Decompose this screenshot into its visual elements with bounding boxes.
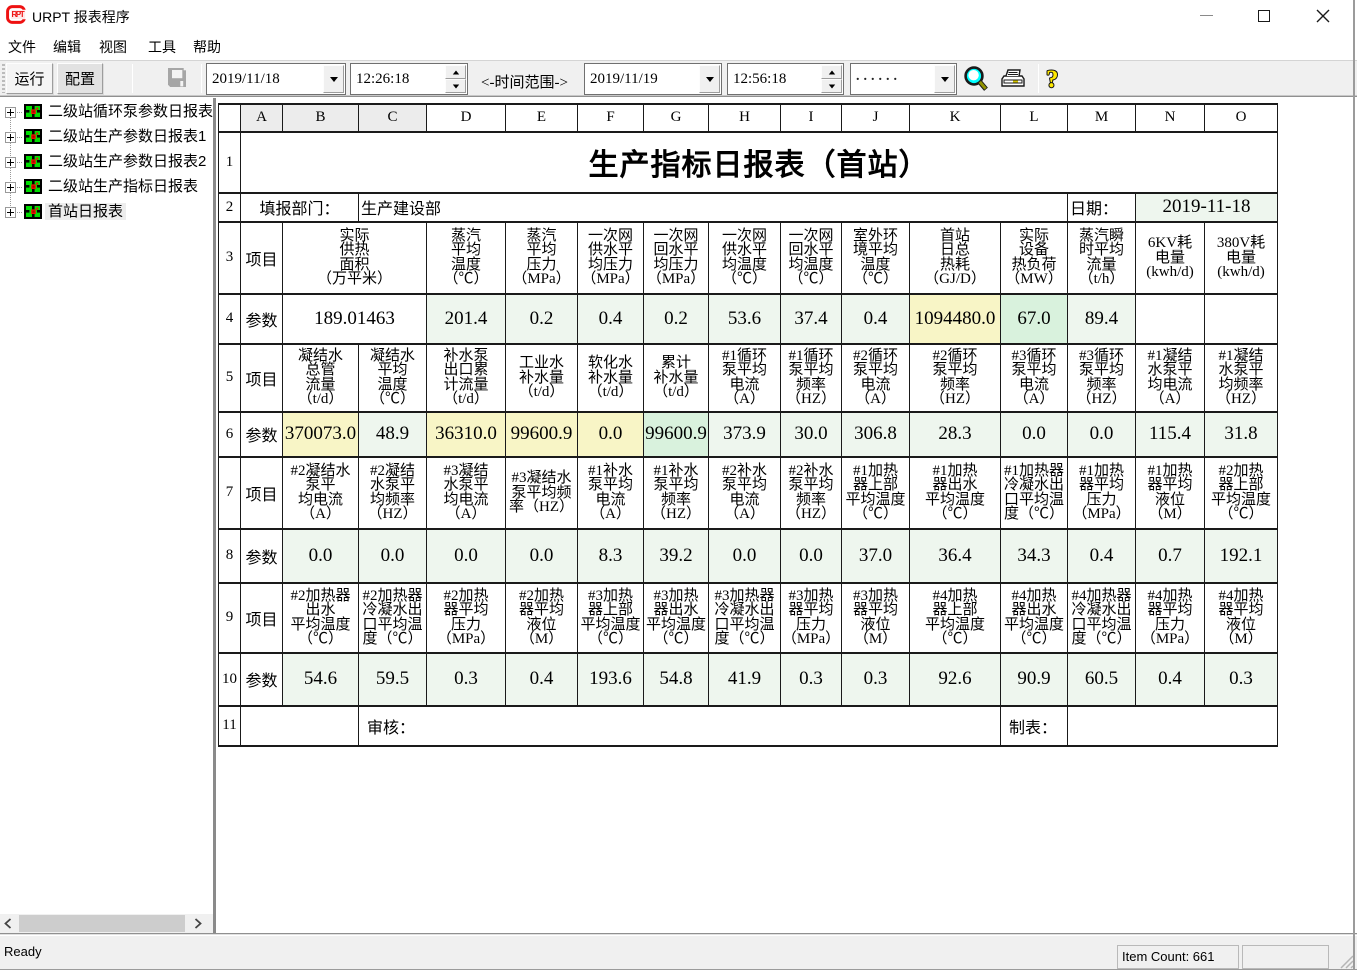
svg-text:?: ? bbox=[1046, 66, 1059, 92]
svg-text:RPT: RPT bbox=[11, 10, 24, 19]
